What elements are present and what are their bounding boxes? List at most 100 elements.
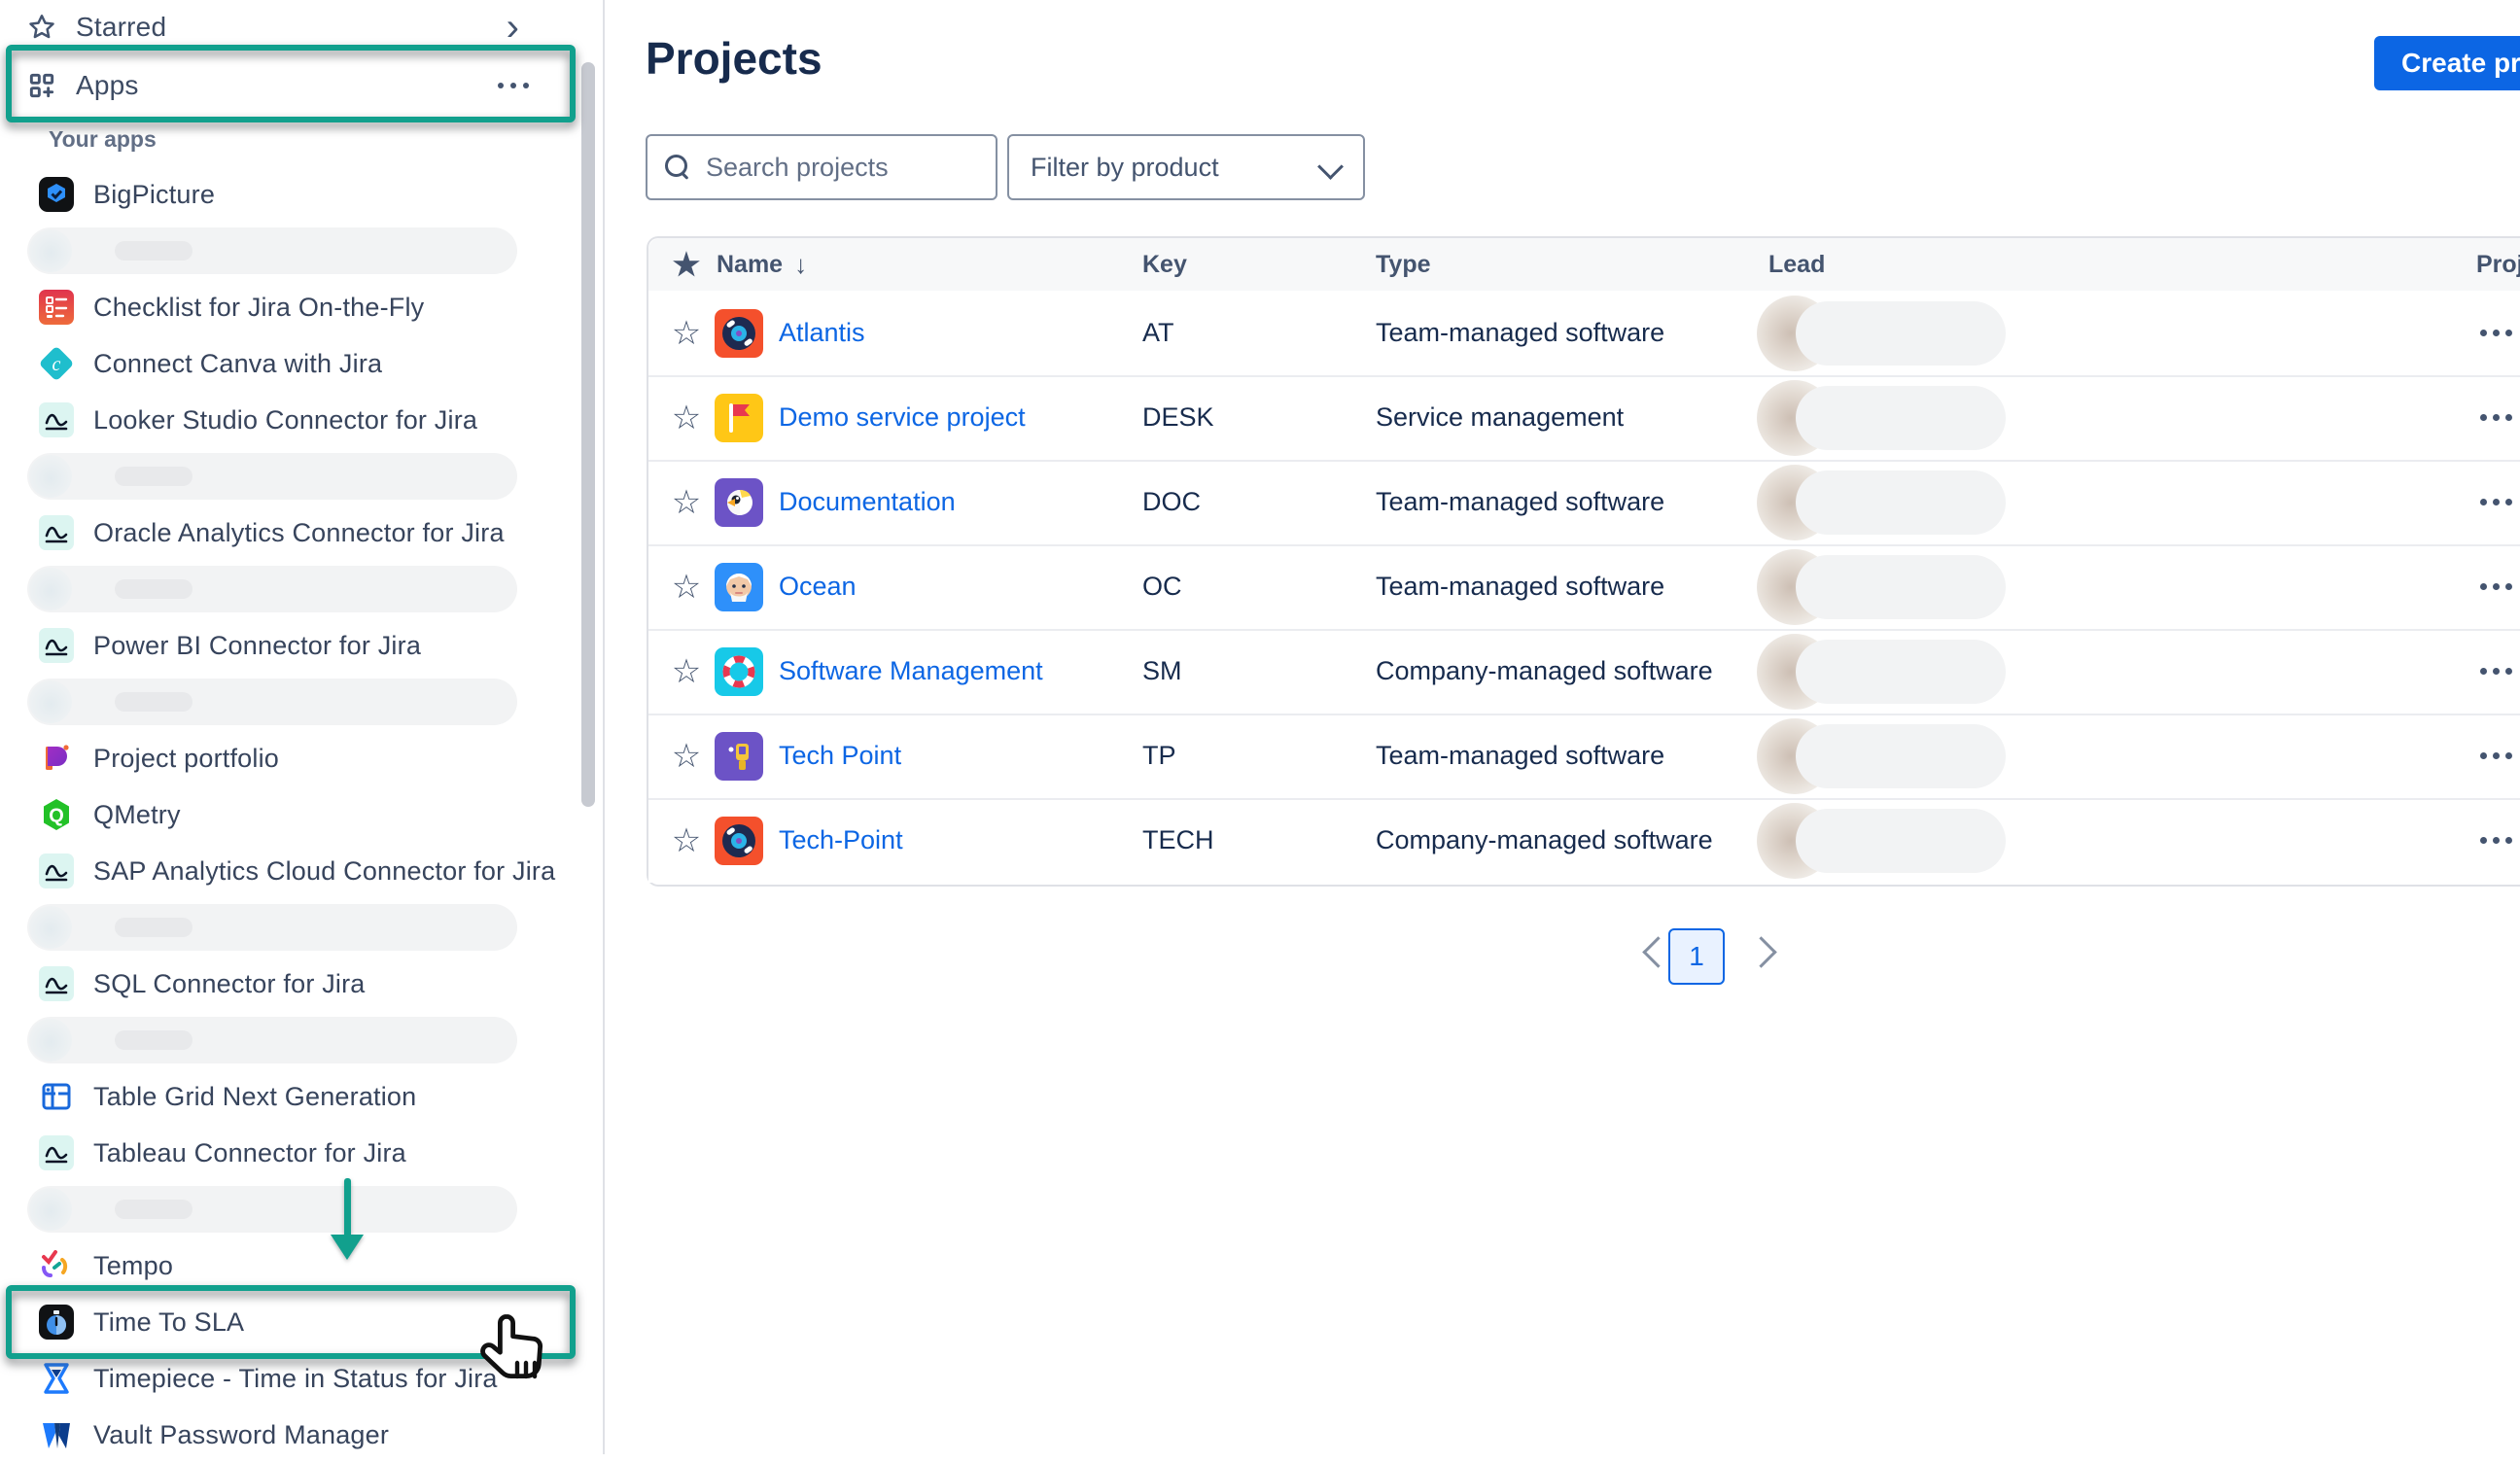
project-type: Team-managed software xyxy=(1376,544,1664,629)
app-label: Project portfolio xyxy=(93,744,279,774)
lifebuoy-icon xyxy=(715,647,763,696)
app-label: Checklist for Jira On-the-Fly xyxy=(93,293,424,323)
chart-connector-icon xyxy=(39,515,74,550)
sidebar-app-power-bi-connector-for-jira[interactable]: Power BI Connector for Jira xyxy=(0,617,579,674)
column-header-lead[interactable]: Lead xyxy=(1768,238,1825,291)
table-row-at: ☆ Atlantis AT Team-managed software xyxy=(648,291,2520,375)
projects-table: ★ Name ↓ Key Type Lead Proje ☆ Atlantis AT… xyxy=(647,236,2520,887)
project-portfolio-icon xyxy=(39,741,74,776)
project-link[interactable]: Tech Point xyxy=(779,741,901,771)
row-divider xyxy=(648,460,2520,462)
table-row-desk: ☆Demo service projectDESKService managem… xyxy=(648,375,2520,460)
your-apps-heading: Your apps xyxy=(49,126,157,153)
project-key: DOC xyxy=(1142,460,1201,544)
row-actions-icon[interactable] xyxy=(2480,837,2512,844)
search-projects-box[interactable] xyxy=(646,134,998,200)
project-link[interactable]: Demo service project xyxy=(779,402,1026,433)
project-key: AT xyxy=(1142,291,1174,375)
project-link[interactable]: Documentation xyxy=(779,487,956,517)
create-project-button[interactable]: Create proj xyxy=(2374,36,2520,90)
row-divider xyxy=(648,544,2520,546)
sidebar-item-apps[interactable]: Apps xyxy=(0,60,579,111)
row-actions-icon[interactable] xyxy=(2480,499,2512,505)
sidebar-app-sap-analytics-cloud-connector-for-jira[interactable]: SAP Analytics Cloud Connector for Jira xyxy=(0,843,579,899)
row-divider xyxy=(648,798,2520,800)
app-label: Time To SLA xyxy=(93,1307,244,1338)
lead-redacted xyxy=(1757,465,2006,540)
star-outline-icon[interactable]: ☆ xyxy=(672,401,701,435)
project-link[interactable]: Atlantis xyxy=(779,318,865,348)
lead-redacted xyxy=(1757,718,2006,794)
hand-cursor-icon xyxy=(480,1310,550,1400)
project-key: TECH xyxy=(1142,798,1214,883)
project-link[interactable]: Ocean xyxy=(779,572,857,602)
sidebar-app-oracle-analytics-connector-for-jira[interactable]: Oracle Analytics Connector for Jira xyxy=(0,505,579,561)
sidebar-app-checklist-for-jira-on-the-fly[interactable]: Checklist for Jira On-the-Fly xyxy=(0,279,579,335)
star-column-icon[interactable]: ★ xyxy=(673,249,701,280)
column-header-key[interactable]: Key xyxy=(1142,238,1187,291)
lead-redacted xyxy=(1757,296,2006,371)
star-outline-icon[interactable]: ☆ xyxy=(672,655,701,688)
page-title: Projects xyxy=(646,32,822,85)
sidebar-app-bigpicture[interactable]: BigPicture xyxy=(0,166,579,223)
app-label: Power BI Connector for Jira xyxy=(93,631,421,661)
column-header-type[interactable]: Type xyxy=(1376,238,1431,291)
star-outline-icon[interactable]: ☆ xyxy=(672,740,701,773)
sidebar-app-tableau-connector-for-jira[interactable]: Tableau Connector for Jira xyxy=(0,1125,579,1181)
app-label: Table Grid Next Generation xyxy=(93,1082,416,1112)
chevron-right-icon[interactable]: › xyxy=(507,4,519,51)
star-icon xyxy=(25,11,58,44)
star-outline-icon[interactable]: ☆ xyxy=(672,824,701,857)
project-link[interactable]: Software Management xyxy=(779,656,1043,686)
star-outline-icon[interactable]: ☆ xyxy=(672,571,701,604)
sidebar-item-label: Apps xyxy=(76,70,139,101)
sidebar-app-vault-password-manager[interactable]: Vault Password Manager xyxy=(0,1407,579,1463)
redacted-app-item xyxy=(27,1186,517,1233)
sidebar-app-table-grid-next-generation[interactable]: Table Grid Next Generation xyxy=(0,1068,579,1125)
sidebar-item-starred[interactable]: Starred › xyxy=(0,2,579,52)
project-type: Team-managed software xyxy=(1376,291,1664,375)
row-divider xyxy=(648,375,2520,377)
filter-by-product-dropdown[interactable]: Filter by product xyxy=(1007,134,1365,200)
column-header-name[interactable]: Name ↓ xyxy=(717,238,807,291)
bigpicture-icon xyxy=(39,177,74,212)
project-link[interactable]: Tech-Point xyxy=(779,825,903,855)
sidebar-app-looker-studio-connector-for-jira[interactable]: Looker Studio Connector for Jira xyxy=(0,392,579,448)
sidebar-app-qmetry[interactable]: Q QMetry xyxy=(0,786,579,843)
tempo-icon xyxy=(39,1248,74,1283)
table-row-doc: ☆ Documentation DOC Team-managed software xyxy=(648,460,2520,544)
project-type: Service management xyxy=(1376,375,1624,460)
sidebar-app-project-portfolio[interactable]: Project portfolio xyxy=(0,730,579,786)
chart-connector-icon xyxy=(39,402,74,437)
sort-descending-icon: ↓ xyxy=(794,250,807,280)
jira-projects-page: { "colors": { "annotation_teal": "#11A08… xyxy=(0,0,2520,1454)
sidebar-app-connect-canva-with-jira[interactable]: cConnect Canva with Jira xyxy=(0,335,579,392)
app-label: QMetry xyxy=(93,800,181,830)
app-label: Tempo xyxy=(93,1251,173,1281)
table-row-tp: ☆Tech PointTPTeam-managed software xyxy=(648,714,2520,798)
pagination-page-1[interactable]: 1 xyxy=(1668,928,1725,985)
row-actions-icon[interactable] xyxy=(2480,752,2512,759)
more-menu-icon[interactable] xyxy=(498,83,529,88)
column-header-project-url[interactable]: Proje xyxy=(2476,238,2520,291)
star-outline-icon[interactable]: ☆ xyxy=(672,486,701,519)
project-type: Team-managed software xyxy=(1376,460,1664,544)
row-actions-icon[interactable] xyxy=(2480,583,2512,590)
search-input[interactable] xyxy=(704,152,951,184)
row-actions-icon[interactable] xyxy=(2480,668,2512,675)
sidebar-app-sql-connector-for-jira[interactable]: SQL Connector for Jira xyxy=(0,956,579,1012)
sidebar-app-tempo[interactable]: Tempo xyxy=(0,1237,579,1294)
row-actions-icon[interactable] xyxy=(2480,330,2512,336)
chevron-down-icon xyxy=(1317,154,1344,180)
star-outline-icon[interactable]: ☆ xyxy=(672,317,701,350)
chart-connector-icon xyxy=(39,628,74,663)
sidebar-item-label: Starred xyxy=(76,12,166,43)
time-to-sla-icon xyxy=(39,1305,74,1340)
sidebar-scrollbar[interactable] xyxy=(581,62,595,807)
project-key: TP xyxy=(1142,714,1176,798)
row-actions-icon[interactable] xyxy=(2480,414,2512,421)
svg-text:Q: Q xyxy=(49,806,64,827)
pagination-next-icon[interactable] xyxy=(1745,936,1777,968)
flag-icon xyxy=(715,394,763,442)
parrot-icon xyxy=(715,478,763,527)
